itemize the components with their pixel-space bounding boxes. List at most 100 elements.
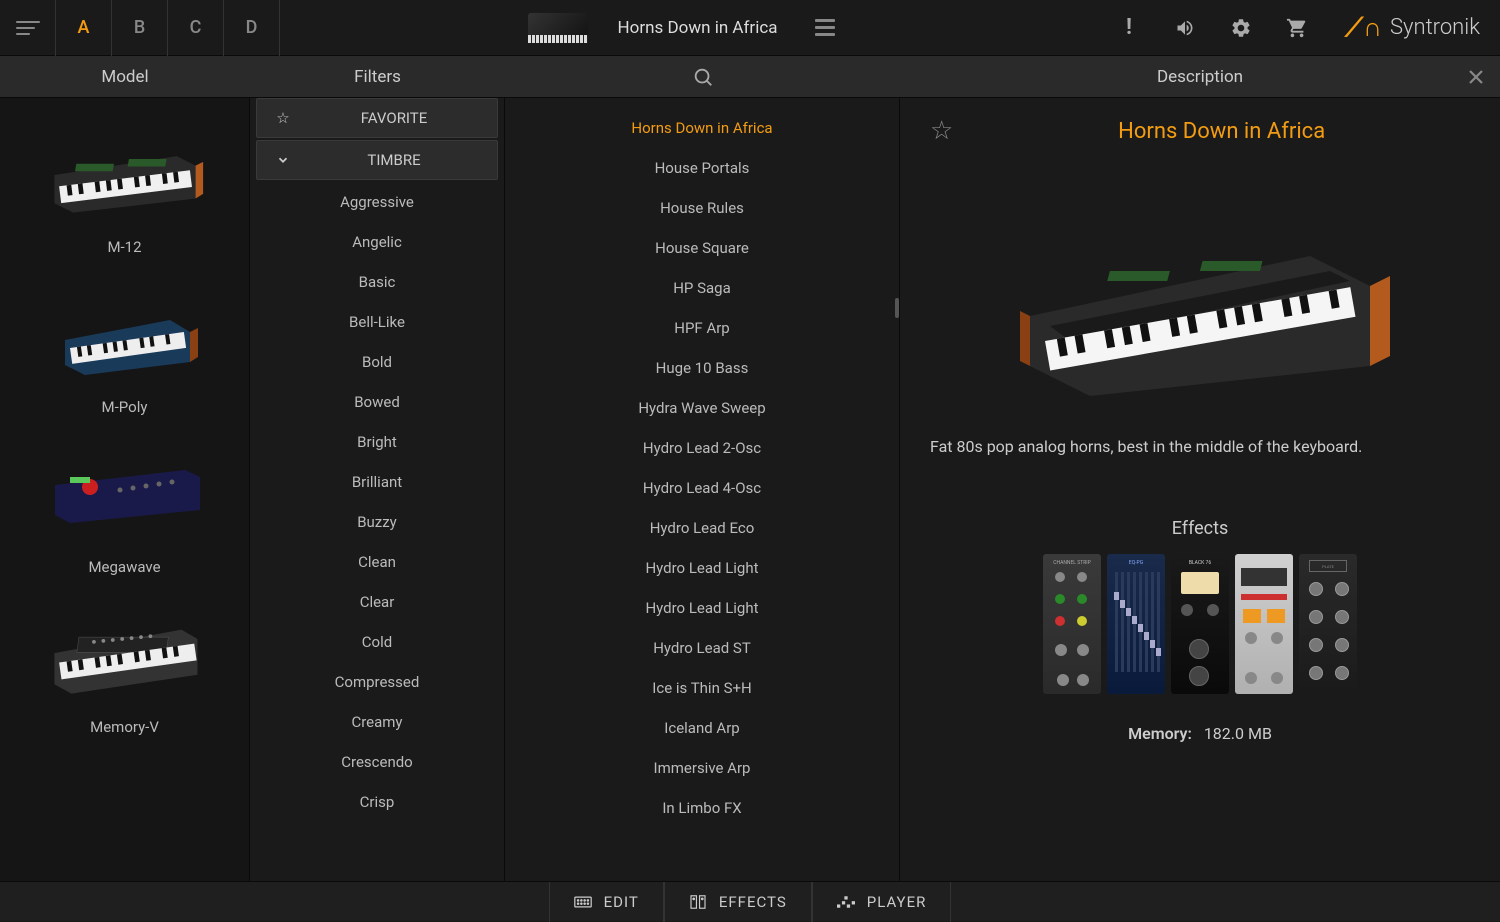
filter-item[interactable]: Creamy — [250, 702, 504, 742]
cart-icon — [1286, 17, 1308, 39]
cart-button[interactable] — [1269, 0, 1325, 56]
close-icon — [1467, 68, 1485, 86]
effects-icon — [689, 895, 707, 909]
description-text: Fat 80s pop analog horns, best in the mi… — [930, 436, 1470, 458]
effect-unit[interactable]: PLATE — [1299, 554, 1357, 694]
edit-button[interactable]: EDIT — [549, 882, 664, 922]
filter-item[interactable]: Aggressive — [250, 182, 504, 222]
filter-timbre[interactable]: TIMBRE — [256, 140, 498, 180]
filters-column[interactable]: ☆ FAVORITE TIMBRE AggressiveAngelicBasic… — [250, 98, 505, 881]
preset-item[interactable]: Horns Down in Africa — [505, 108, 899, 148]
preset-item[interactable]: Hydro Lead Light — [505, 548, 899, 588]
tab-a[interactable]: A — [56, 0, 112, 56]
top-right-icons: ! ⟋∩ Syntronik — [1101, 0, 1500, 56]
effect-unit[interactable] — [1235, 554, 1293, 694]
preset-item[interactable]: Ice is Thin S+H — [505, 668, 899, 708]
preset-item[interactable]: HP Saga — [505, 268, 899, 308]
gear-icon — [1230, 17, 1252, 39]
tab-c[interactable]: C — [168, 0, 224, 56]
brand-label: ⟋∩ Syntronik — [1325, 12, 1500, 44]
model-item[interactable]: M-Poly — [0, 268, 249, 428]
filter-item[interactable]: Buzzy — [250, 502, 504, 542]
preset-title-area[interactable]: Horns Down in Africa — [280, 0, 1101, 56]
filter-favorite[interactable]: ☆ FAVORITE — [256, 98, 498, 138]
effects-label: Effects — [930, 518, 1470, 539]
main-menu-button[interactable] — [0, 0, 56, 56]
model-label: Memory-V — [90, 718, 159, 736]
model-label: Megawave — [88, 558, 160, 576]
tab-b[interactable]: B — [112, 0, 168, 56]
volume-button[interactable] — [1157, 0, 1213, 56]
preset-item[interactable]: Hydra Wave Sweep — [505, 388, 899, 428]
preset-item[interactable]: House Square — [505, 228, 899, 268]
filter-item[interactable]: Crisp — [250, 782, 504, 822]
brand-logo-icon: ⟋∩ — [1345, 12, 1382, 44]
preset-item[interactable]: Hydro Lead Eco — [505, 508, 899, 548]
filter-item[interactable]: Crescendo — [250, 742, 504, 782]
effects-row: CHANNEL STRIPEQ-PGBLACK 76 PLATE — [930, 554, 1470, 694]
settings-button[interactable] — [1213, 0, 1269, 56]
filter-timbre-label: TIMBRE — [307, 151, 481, 169]
search-icon — [692, 66, 714, 88]
model-item[interactable]: Memory-V — [0, 588, 249, 748]
model-item[interactable]: M-12 — [0, 108, 249, 268]
header-model: Model — [0, 56, 250, 97]
effect-unit[interactable]: BLACK 76 — [1171, 554, 1229, 694]
preset-item[interactable]: House Rules — [505, 188, 899, 228]
effect-unit[interactable]: CHANNEL STRIP — [1043, 554, 1101, 694]
preset-item[interactable]: Immersive Arp — [505, 748, 899, 788]
presets-column[interactable]: Horns Down in AfricaHouse PortalsHouse R… — [505, 98, 900, 881]
exclamation-icon: ! — [1126, 15, 1132, 40]
filter-item[interactable]: Basic — [250, 262, 504, 302]
effect-unit[interactable]: EQ-PG — [1107, 554, 1165, 694]
model-label: M-12 — [107, 238, 141, 256]
favorite-toggle[interactable]: ☆ — [930, 116, 953, 146]
player-label: PLAYER — [867, 893, 927, 911]
preset-item[interactable]: HPF Arp — [505, 308, 899, 348]
description-image — [930, 166, 1470, 416]
close-button[interactable] — [1467, 68, 1485, 86]
star-icon: ☆ — [273, 109, 293, 127]
header-description: Description — [900, 56, 1500, 97]
description-column: ☆ Horns Down in Africa — [900, 98, 1500, 881]
filter-item[interactable]: Bowed — [250, 382, 504, 422]
filter-item[interactable]: Brilliant — [250, 462, 504, 502]
model-thumbnail — [45, 440, 205, 550]
preset-item[interactable]: In Limbo FX — [505, 788, 899, 828]
alert-button[interactable]: ! — [1101, 0, 1157, 56]
filter-item[interactable]: Clean — [250, 542, 504, 582]
filter-item[interactable]: Bold — [250, 342, 504, 382]
preset-item[interactable]: Hydro Lead ST — [505, 628, 899, 668]
filter-item[interactable]: Compressed — [250, 662, 504, 702]
description-header: ☆ Horns Down in Africa — [930, 116, 1470, 146]
header-search[interactable] — [505, 56, 900, 97]
effects-button-label: EFFECTS — [719, 893, 787, 911]
preset-item[interactable]: House Portals — [505, 148, 899, 188]
header-description-label: Description — [1157, 67, 1243, 87]
player-button[interactable]: PLAYER — [812, 882, 952, 922]
bottom-bar: EDIT EFFECTS PLAYER — [0, 881, 1500, 921]
tab-d[interactable]: D — [224, 0, 280, 56]
filter-item[interactable]: Angelic — [250, 222, 504, 262]
main-content: M-12 M-Poly Megawave Memory-V ☆ FAVORITE TI… — [0, 98, 1500, 881]
memory-label: Memory: — [1128, 724, 1192, 743]
preset-menu-button[interactable] — [797, 0, 853, 56]
preset-item[interactable]: Hydro Lead 4-Osc — [505, 468, 899, 508]
preset-item[interactable]: Hydro Lead 2-Osc — [505, 428, 899, 468]
menu-icon — [16, 21, 40, 35]
scrollbar-thumb[interactable] — [895, 298, 899, 318]
effects-button[interactable]: EFFECTS — [664, 882, 812, 922]
preset-item[interactable]: Iceland Arp — [505, 708, 899, 748]
preset-item[interactable]: Huge 10 Bass — [505, 348, 899, 388]
filter-item[interactable]: Cold — [250, 622, 504, 662]
filter-item[interactable]: Bell-Like — [250, 302, 504, 342]
preset-thumbnail — [528, 13, 588, 43]
model-column[interactable]: M-12 M-Poly Megawave Memory-V — [0, 98, 250, 881]
model-item[interactable]: Megawave — [0, 428, 249, 588]
filter-item[interactable]: Bright — [250, 422, 504, 462]
edit-icon — [574, 895, 592, 909]
chevron-down-icon — [273, 153, 293, 167]
filter-item[interactable]: Clear — [250, 582, 504, 622]
memory-value: 182.0 MB — [1204, 724, 1272, 743]
preset-item[interactable]: Hydro Lead Light — [505, 588, 899, 628]
